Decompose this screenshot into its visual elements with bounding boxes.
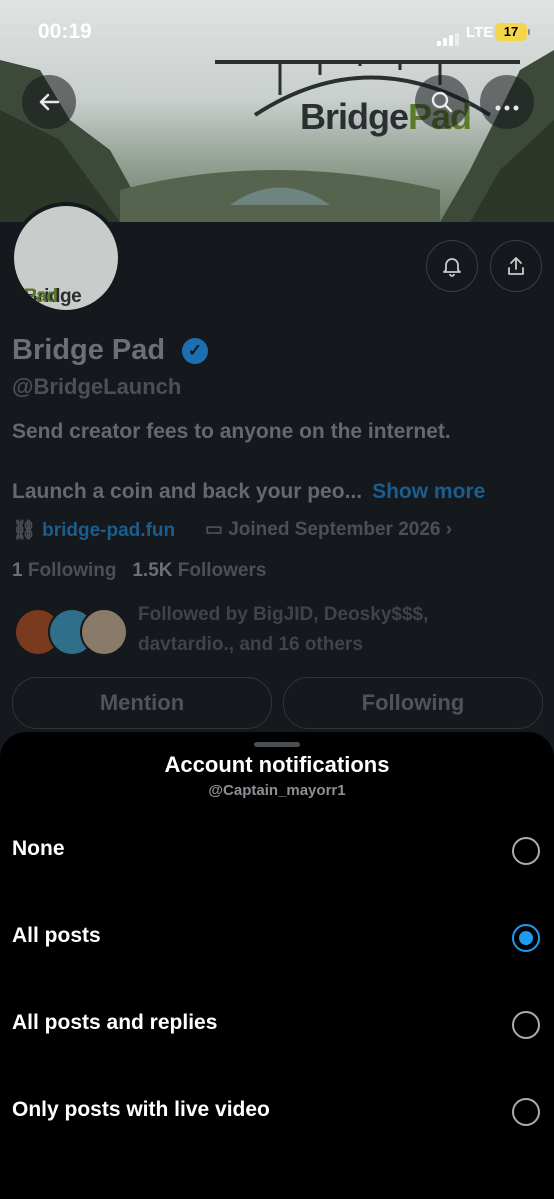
link-icon: ⛓ [12,520,37,541]
option-live-video[interactable]: Only posts with live video [0,1078,554,1148]
profile-handle: @BridgeLaunch [12,374,182,399]
search-icon [431,91,453,113]
calendar-icon: ▭ [205,519,223,540]
mention-button[interactable]: Mention [12,677,272,729]
option-label: Only posts with live video [12,1098,270,1121]
bio-line-1: Send creator fees to anyone on the inter… [12,420,451,443]
radio-button[interactable] [512,1011,540,1039]
chevron-right-icon: › [445,519,453,540]
profile-name: Bridge Pad [12,334,166,366]
option-all-posts[interactable]: All posts [0,904,554,974]
bio-line-2: Launch a coin and back your peo... Show m… [12,480,486,503]
avatar[interactable]: Bridge Pad [14,206,118,310]
battery-icon: 17 [495,23,527,41]
back-button[interactable] [22,75,76,129]
sheet-title: Account notifications [164,752,390,777]
status-time: 00:19 [38,20,92,43]
radio-button-selected[interactable] [512,924,540,952]
following-count-link[interactable]: 1 Following [12,560,117,581]
option-label: All posts [12,924,101,947]
following-button[interactable]: Following [283,677,543,729]
more-horizontal-icon [495,105,519,111]
status-bar: 00:19 LTE 17 [0,0,554,66]
search-button[interactable] [415,75,469,129]
radio-button[interactable] [512,837,540,865]
arrow-left-icon [39,93,60,111]
option-none[interactable]: None [0,817,554,887]
sheet-subtitle: @Captain_mayorr1 [208,782,346,799]
follower-avatar[interactable] [80,608,128,656]
radio-button[interactable] [512,1098,540,1126]
website-link[interactable]: ⛓ bridge-pad.fun [12,518,175,542]
profile-screen: BridgePad 00:19 LTE 17 BridgePad Bridge … [0,0,554,1199]
option-all-posts-and-replies[interactable]: All posts and replies [0,991,554,1061]
joined-date: ▭ Joined September 2026 › [205,519,453,540]
option-label: All posts and replies [12,1011,218,1034]
notification-bell-button[interactable] [426,240,478,292]
show-more-link[interactable]: Show more [372,480,485,503]
followed-by-text[interactable]: Followed by BigJID, Deosky$$$, davtardio.… [138,600,538,660]
followers-count-link[interactable]: 1.5K Followers [132,560,266,581]
share-icon [508,257,524,275]
option-label: None [12,837,65,860]
notifications-sheet: Account notifications @Captain_mayorr1 N… [0,732,554,1199]
sheet-grabber[interactable] [254,742,300,747]
battery-nub [528,29,530,35]
bell-plus-icon [443,258,461,277]
follow-counts: 1 Following 1.5K Followers [12,560,266,582]
network-label: LTE [466,24,494,41]
signal-icon [437,28,461,46]
share-button[interactable] [490,240,542,292]
verified-badge-icon: ✓ [182,338,208,364]
more-button[interactable] [480,75,534,129]
